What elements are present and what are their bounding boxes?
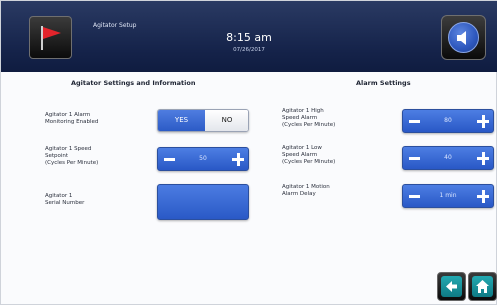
- low-speed-alarm-label-line2: Speed Alarm: [282, 152, 318, 158]
- right-section-title: Alarm Settings: [356, 79, 411, 87]
- speed-setpoint-label-line3: (Cycles Per Minute): [45, 160, 99, 166]
- speed-setpoint-value: 50: [199, 155, 207, 162]
- low-speed-alarm-label: Agitator 1 Low Speed Alarm (Cycles Per M…: [282, 145, 335, 166]
- decrement-button[interactable]: [409, 195, 420, 198]
- clock-date: 07/26/2017: [233, 47, 265, 53]
- home-icon: [476, 280, 489, 293]
- header-bar: Agitator Setup 8:15 am 07/26/2017: [1, 1, 497, 72]
- increment-button-vertical[interactable]: [481, 152, 485, 165]
- motion-alarm-delay-label: Agitator 1 Motion Alarm Delay: [282, 184, 330, 198]
- increment-button-vertical[interactable]: [236, 153, 240, 166]
- alarm-flag-button[interactable]: [29, 16, 72, 59]
- home-button[interactable]: [468, 272, 497, 301]
- agitator-setup-screen: Agitator Setup 8:15 am 07/26/2017 Agitat…: [0, 0, 497, 305]
- low-speed-alarm-label-line3: (Cycles Per Minute): [282, 159, 336, 165]
- alarm-monitoring-label-line1: Agitator 1 Alarm: [45, 112, 91, 118]
- toggle-no-option[interactable]: NO: [205, 110, 248, 131]
- flag-icon: [41, 26, 61, 50]
- back-button[interactable]: [437, 272, 466, 301]
- high-speed-alarm-label-line3: (Cycles Per Minute): [282, 122, 336, 128]
- low-speed-alarm-label-line1: Agitator 1 Low: [282, 145, 322, 151]
- serial-number-field[interactable]: [157, 184, 249, 220]
- low-speed-alarm-stepper[interactable]: 40: [402, 146, 494, 170]
- speaker-icon: [457, 31, 466, 45]
- back-arrow-icon: [446, 281, 457, 292]
- motion-alarm-delay-stepper[interactable]: 1 min: [402, 184, 494, 208]
- sound-button[interactable]: [441, 15, 486, 60]
- increment-button-vertical[interactable]: [481, 115, 485, 128]
- high-speed-alarm-label: Agitator 1 High Speed Alarm (Cycles Per …: [282, 108, 335, 129]
- increment-button-vertical[interactable]: [481, 190, 485, 203]
- screen-title: Agitator Setup: [93, 22, 137, 29]
- alarm-monitoring-label-line2: Monitoring Enabled: [45, 119, 99, 125]
- clock-time: 8:15 am: [226, 31, 272, 44]
- speed-setpoint-label-line2: Setpoint: [45, 153, 69, 159]
- decrement-button[interactable]: [409, 157, 420, 160]
- speed-setpoint-stepper[interactable]: 50: [157, 147, 249, 171]
- alarm-monitoring-toggle[interactable]: YES NO: [157, 109, 249, 132]
- decrement-button[interactable]: [164, 158, 175, 161]
- speed-setpoint-label-line1: Agitator 1 Speed: [45, 146, 92, 152]
- motion-alarm-delay-label-line1: Agitator 1 Motion: [282, 184, 330, 190]
- alarm-monitoring-label: Agitator 1 Alarm Monitoring Enabled: [45, 112, 98, 126]
- high-speed-alarm-label-line1: Agitator 1 High: [282, 108, 324, 114]
- motion-alarm-delay-label-line2: Alarm Delay: [282, 191, 316, 197]
- serial-number-label: Agitator 1 Serial Number: [45, 193, 84, 207]
- speed-setpoint-label: Agitator 1 Speed Setpoint (Cycles Per Mi…: [45, 146, 98, 167]
- high-speed-alarm-value: 80: [444, 117, 452, 124]
- decrement-button[interactable]: [409, 120, 420, 123]
- low-speed-alarm-value: 40: [444, 154, 452, 161]
- motion-alarm-delay-value: 1 min: [439, 192, 457, 199]
- serial-number-label-line1: Agitator 1: [45, 193, 73, 199]
- serial-number-label-line2: Serial Number: [45, 200, 85, 206]
- high-speed-alarm-label-line2: Speed Alarm: [282, 115, 318, 121]
- left-section-title: Agitator Settings and Information: [71, 79, 196, 87]
- high-speed-alarm-stepper[interactable]: 80: [402, 109, 494, 133]
- toggle-yes-option[interactable]: YES: [158, 110, 205, 131]
